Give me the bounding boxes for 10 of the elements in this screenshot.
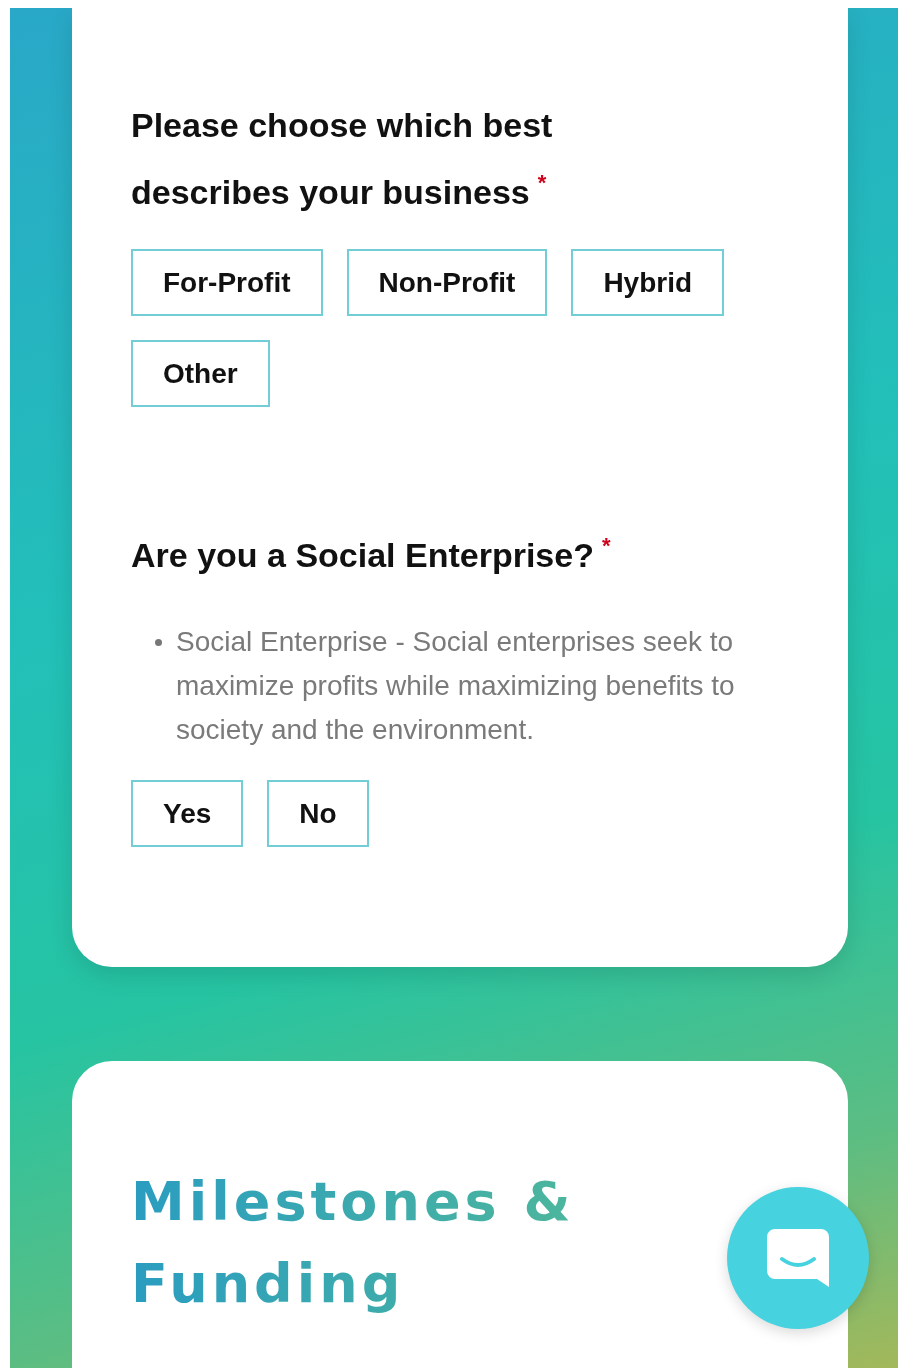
option-button[interactable]: Yes xyxy=(131,780,244,847)
bullet-icon xyxy=(155,639,162,646)
option-button[interactable]: Other xyxy=(131,340,270,407)
description-text: Social Enterprise - Social enterprises seek to maximize profits while maximizing benefits to society and the environment. xyxy=(176,625,736,747)
question-title: Are you a Social Enterprise? $^{*}$ xyxy=(131,532,612,576)
option-button[interactable]: No xyxy=(267,780,369,847)
option-button[interactable]: Hybrid xyxy=(571,249,725,316)
question-title: Please choose which best describes your business $^{*}$ xyxy=(131,105,554,213)
option-button[interactable]: For-Profit xyxy=(131,249,323,316)
option-button[interactable]: Non-Profit xyxy=(346,249,548,316)
